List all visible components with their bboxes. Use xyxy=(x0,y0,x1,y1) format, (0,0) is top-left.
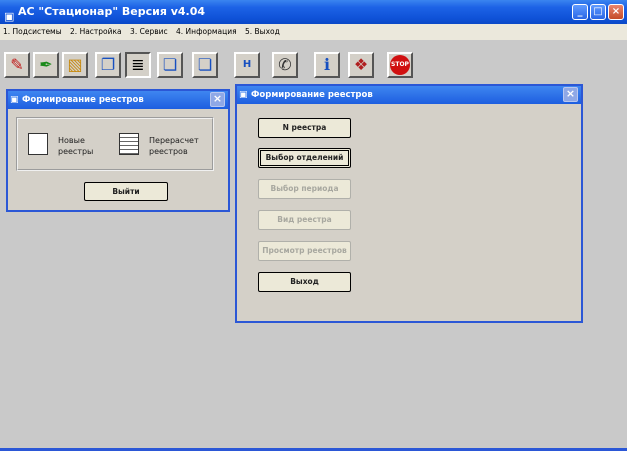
stop-button[interactable]: STOP xyxy=(387,52,413,78)
dialog-app-icon: ▣ xyxy=(239,90,248,100)
h-icon: H xyxy=(242,59,252,70)
book-button[interactable]: ❖ xyxy=(348,52,374,78)
new-registries-label: Новые реестры xyxy=(58,136,94,156)
minimize-button[interactable]: _ xyxy=(572,4,588,20)
registry-number-button[interactable]: N реестра xyxy=(258,118,351,138)
toolbar: ✎ ✒ ▧ ❐ ≣ ❏ ❏ H ✆ ℹ ❖ STOP xyxy=(0,40,627,84)
dialog2-close-button[interactable]: × xyxy=(563,87,578,102)
menu-item-service[interactable]: 3. Сервис xyxy=(130,27,168,36)
info-icon: ℹ xyxy=(323,55,331,74)
window-title: АС "Стационар" Версия v4.04 xyxy=(18,5,206,18)
recalc-doc-icon xyxy=(119,133,139,155)
folder-button[interactable]: ▧ xyxy=(62,52,88,78)
pages2-icon: ❏ xyxy=(197,55,213,74)
pages-icon: ❏ xyxy=(162,55,178,74)
close-button[interactable]: × xyxy=(608,4,624,20)
folder-icon: ▧ xyxy=(67,55,83,74)
registry-type-button[interactable]: Вид реестра xyxy=(258,210,351,230)
copy-doc-icon: ❐ xyxy=(100,55,116,74)
dialog1-tiles-panel: Новые реестры Перерасчет реестров xyxy=(16,117,214,171)
h-button[interactable]: H xyxy=(234,52,260,78)
list-button[interactable]: ≣ xyxy=(125,52,151,78)
wrench-icon: ✆ xyxy=(278,55,292,74)
syringe-button[interactable]: ✒ xyxy=(33,52,59,78)
menu-bar: 1. Подсистемы 2. Настройка 3. Сервис 4. … xyxy=(0,24,627,40)
menu-item-settings[interactable]: 2. Настройка xyxy=(70,27,122,36)
dialog2-exit-button[interactable]: Выход xyxy=(258,272,351,292)
registry-dialog-small: ▣ Формирование реестров × Новые реестры … xyxy=(6,89,230,212)
maximize-button[interactable]: □ xyxy=(590,4,606,20)
dialog1-exit-button[interactable]: Выйти xyxy=(84,182,168,201)
dialog2-titlebar: ▣ Формирование реестров × xyxy=(237,86,581,104)
app-titlebar: ▣ АС "Стационар" Версия v4.04 _ □ × xyxy=(0,0,627,24)
pages-button[interactable]: ❏ xyxy=(157,52,183,78)
list-icon: ≣ xyxy=(131,55,145,74)
menu-item-subsystems[interactable]: 1. Подсистемы xyxy=(3,27,62,36)
dialog1-title: Формирование реестров xyxy=(22,95,144,105)
wrench-button[interactable]: ✆ xyxy=(272,52,298,78)
blank-doc-icon xyxy=(28,133,48,155)
recalc-registries-label: Перерасчет реестров xyxy=(149,136,199,156)
menu-item-exit[interactable]: 5. Выход xyxy=(245,27,280,36)
edit-doc-icon: ✎ xyxy=(10,55,24,74)
book-icon: ❖ xyxy=(353,55,369,74)
view-registries-button[interactable]: Просмотр реестров xyxy=(258,241,351,261)
select-period-button[interactable]: Выбор периода xyxy=(258,179,351,199)
copy-doc-button[interactable]: ❐ xyxy=(95,52,121,78)
menu-item-information[interactable]: 4. Информация xyxy=(176,27,237,36)
select-departments-button[interactable]: Выбор отделений xyxy=(258,148,351,168)
syringe-icon: ✒ xyxy=(39,55,53,74)
dialog1-titlebar: ▣ Формирование реестров × xyxy=(8,91,228,109)
pages2-button[interactable]: ❏ xyxy=(192,52,218,78)
dialog1-close-button[interactable]: × xyxy=(210,92,225,107)
registry-dialog-main: ▣ Формирование реестров × N реестра Выбо… xyxy=(235,84,583,323)
edit-doc-button[interactable]: ✎ xyxy=(4,52,30,78)
info-button[interactable]: ℹ xyxy=(314,52,340,78)
dialog-app-icon: ▣ xyxy=(10,95,19,105)
stop-icon: STOP xyxy=(390,55,410,75)
dialog2-title: Формирование реестров xyxy=(251,90,373,100)
